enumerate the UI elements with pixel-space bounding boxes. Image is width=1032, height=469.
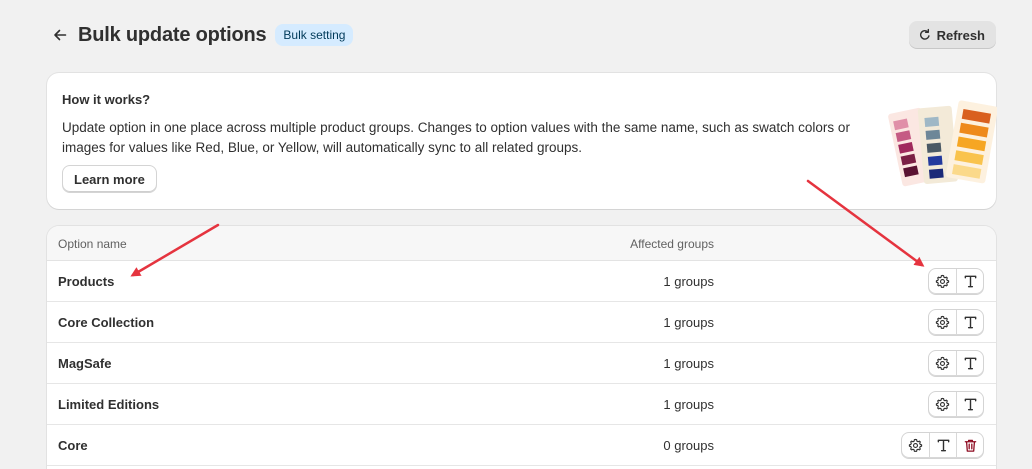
table-row[interactable]: Core Collection 1 groups (47, 302, 996, 343)
text-button[interactable] (929, 433, 956, 458)
table-header: Option name Affected groups (47, 226, 996, 261)
gear-icon (908, 438, 923, 452)
options-table: Option name Affected groups Products 1 g… (47, 226, 996, 469)
text-icon (937, 439, 949, 452)
refresh-label: Refresh (936, 27, 985, 43)
row-actions (928, 350, 984, 377)
column-option-name: Option name (58, 237, 127, 251)
table-row[interactable]: MagSafe 1 groups (47, 343, 996, 384)
table-row[interactable]: Core 0 groups (47, 425, 996, 466)
settings-button[interactable] (929, 392, 956, 417)
text-button[interactable] (956, 269, 983, 294)
row-actions (928, 268, 984, 295)
affected-groups: 1 groups (663, 315, 714, 330)
gear-icon (935, 274, 950, 288)
gear-icon (935, 315, 950, 329)
table-row[interactable]: Products 1 groups (47, 261, 996, 302)
text-button[interactable] (956, 351, 983, 376)
text-icon (964, 275, 976, 288)
settings-button[interactable] (929, 310, 956, 335)
text-icon (964, 357, 976, 370)
affected-groups: 1 groups (663, 397, 714, 412)
card-title: How it works? (62, 92, 151, 107)
text-button[interactable] (956, 392, 983, 417)
trash-icon (964, 439, 976, 452)
text-icon (964, 398, 976, 411)
option-name: Core (58, 438, 88, 453)
option-name: Core Collection (58, 315, 155, 330)
settings-button[interactable] (929, 351, 956, 376)
bulk-setting-badge: Bulk setting (275, 24, 354, 46)
how-it-works-card: How it works? Update option in one place… (47, 73, 997, 209)
row-actions (901, 432, 984, 459)
affected-groups: 1 groups (663, 274, 714, 289)
column-affected-groups: Affected groups (630, 237, 714, 251)
card-description: Update option in one place across multip… (62, 120, 850, 155)
gear-icon (935, 356, 950, 370)
back-button[interactable] (48, 23, 72, 47)
table-row[interactable]: Limited Editions 1 groups (47, 384, 996, 425)
row-actions (928, 309, 984, 336)
option-name: Products (58, 274, 115, 289)
gear-icon (935, 397, 950, 411)
text-icon (964, 316, 976, 329)
settings-button[interactable] (929, 269, 956, 294)
arrow-left-icon (54, 29, 67, 41)
page-title: Bulk update options (78, 23, 267, 46)
affected-groups: 0 groups (663, 438, 714, 453)
page-header: Bulk update options Bulk setting Refresh (48, 20, 996, 50)
affected-groups: 1 groups (663, 356, 714, 371)
refresh-icon (919, 28, 930, 40)
delete-button[interactable] (956, 433, 983, 458)
learn-more-button[interactable]: Learn more (62, 165, 157, 193)
option-name: Limited Editions (58, 397, 160, 412)
option-name: MagSafe (58, 356, 112, 371)
settings-button[interactable] (902, 433, 929, 458)
color-swatch-illustration (888, 100, 997, 187)
row-actions (928, 391, 984, 418)
text-button[interactable] (956, 310, 983, 335)
refresh-button[interactable]: Refresh (908, 21, 996, 49)
